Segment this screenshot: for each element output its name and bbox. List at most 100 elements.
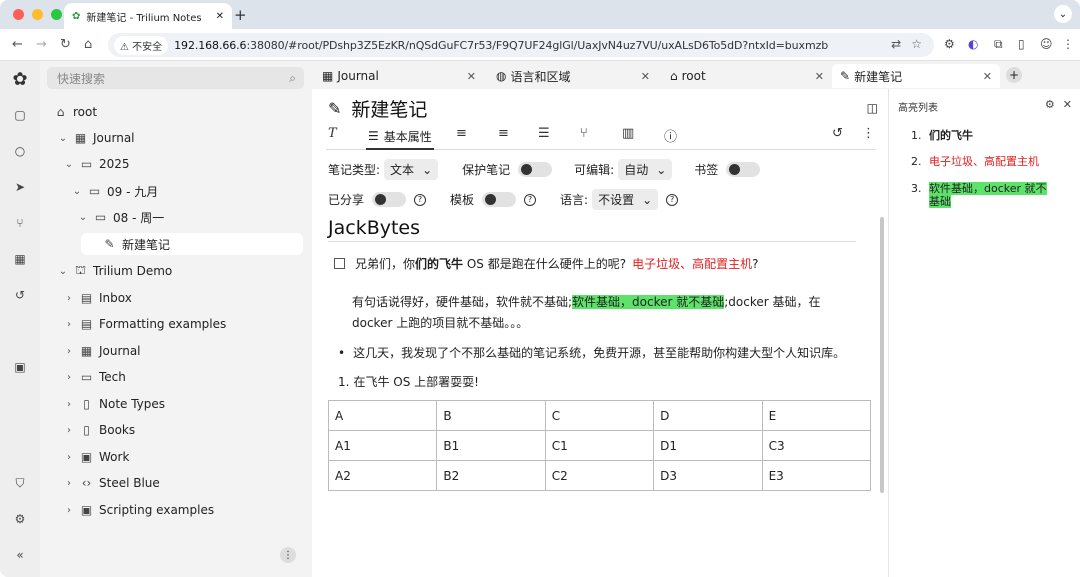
table-cell[interactable]: D3	[653, 460, 763, 491]
extensions-puzzle-icon[interactable]: ⧉	[994, 37, 1003, 52]
table-cell[interactable]: A1	[327, 430, 438, 461]
tab-search-chevron-icon[interactable]: ⌄	[1054, 5, 1072, 23]
note-icon[interactable]: ✎	[328, 99, 341, 118]
note-map-icon[interactable]: ⑂	[10, 213, 30, 233]
help-icon[interactable]: ?	[666, 193, 679, 206]
minimize-window-button[interactable]	[32, 9, 43, 20]
editable-select[interactable]: 自动 ⌄	[618, 159, 673, 180]
table-cell[interactable]: A	[327, 400, 438, 431]
profile-avatar[interactable]: ☺	[1040, 37, 1053, 51]
home-icon[interactable]: ⌂	[84, 37, 92, 52]
chevron-right-icon[interactable]: ›	[64, 399, 74, 410]
tree-menu-button[interactable]: ⋮	[280, 547, 296, 563]
table-cell[interactable]: A2	[327, 460, 438, 491]
tree-node-journal[interactable]: ⌄ ▦ Journal	[58, 127, 135, 149]
chevron-down-icon[interactable]: ⌄	[64, 159, 74, 170]
note-tab-journal[interactable]: ▦ Journal ✕	[314, 64, 484, 88]
shared-toggle[interactable]	[372, 192, 407, 207]
tree-node-tech[interactable]: › ▭ Tech	[64, 366, 126, 388]
close-tab-icon[interactable]: ✕	[641, 70, 650, 83]
table-cell[interactable]: C3	[761, 430, 872, 461]
toggle-right-pane-icon[interactable]: ◫	[867, 101, 878, 115]
tree-node-steel-blue[interactable]: › ‹› Steel Blue	[64, 472, 160, 494]
tree-node-work[interactable]: › ▣ Work	[64, 446, 129, 468]
protect-note-toggle[interactable]	[518, 162, 553, 177]
jump-to-icon[interactable]: ➤	[10, 177, 30, 197]
settings-gear-icon[interactable]: ⚙	[10, 509, 30, 529]
ribbon-tab-basic-properties[interactable]: ☰ 基本属性	[366, 124, 434, 150]
help-icon[interactable]: ?	[524, 193, 537, 206]
inherited-attributes-icon[interactable]: ≡	[498, 126, 509, 141]
tree-node-formatting-examples[interactable]: › ▤ Formatting examples	[64, 313, 226, 335]
highlight-item[interactable]: 1. 们的飞牛	[911, 129, 1071, 142]
chevron-down-icon[interactable]: ⌄	[58, 133, 68, 144]
table-cell[interactable]: E	[761, 400, 872, 431]
gear-icon[interactable]: ⚙	[1045, 98, 1055, 111]
security-chip[interactable]: ⚠ 不安全	[114, 35, 169, 55]
chevron-right-icon[interactable]: ›	[64, 505, 74, 516]
tree-node-scripting-examples[interactable]: › ▣ Scripting examples	[64, 499, 214, 521]
table-cell[interactable]: D1	[653, 430, 763, 461]
tree-node-root[interactable]: ⌂ root	[54, 101, 97, 123]
address-bar[interactable]: ⚠ 不安全 192.168.66.6:38080/#root/PDshp3Z5E…	[108, 33, 934, 57]
table-cell[interactable]: C1	[544, 430, 655, 461]
editor-scrollbar[interactable]	[880, 217, 884, 493]
note-info-icon[interactable]: ⓘ	[664, 126, 677, 145]
todo-checkbox[interactable]	[334, 258, 345, 269]
content-table[interactable]: ABCDE A1 B1 C1 D1 C3 A2 B2 C2 D3 E3	[327, 400, 872, 491]
new-note-icon[interactable]: ▢	[10, 105, 30, 125]
chevron-right-icon[interactable]: ›	[64, 452, 74, 463]
template-toggle[interactable]	[482, 192, 517, 207]
close-tab-icon[interactable]: ✕	[815, 70, 824, 83]
note-title-input[interactable]: 新建笔记	[351, 95, 427, 122]
note-tab-language[interactable]: ◍ 语言和区域 ✕	[488, 64, 658, 88]
new-tab-button[interactable]: +	[234, 6, 247, 24]
note-type-select[interactable]: 文本 ⌄	[384, 159, 439, 180]
chevron-down-icon[interactable]: ⌄	[72, 186, 82, 197]
sidepanel-icon[interactable]: ▯	[1018, 37, 1025, 51]
extension-icon[interactable]: ◐	[968, 37, 978, 51]
tree-node-note-types[interactable]: › ▯ Note Types	[64, 393, 165, 415]
highlight-item[interactable]: 2. 电子垃圾、高配置主机	[911, 155, 1071, 168]
new-note-tab-button[interactable]: +	[1006, 67, 1022, 83]
note-tab-new-note[interactable]: ✎ 新建笔记 ✕	[832, 64, 1000, 88]
reload-icon[interactable]: ↻	[60, 37, 71, 52]
table-cell[interactable]: E3	[761, 460, 872, 491]
formatting-toolbar-icon[interactable]: T	[328, 126, 337, 141]
chevron-right-icon[interactable]: ›	[64, 425, 74, 436]
bookmark-star-icon[interactable]: ☆	[911, 37, 922, 51]
close-tab-icon[interactable]: ✕	[467, 70, 476, 83]
chevron-down-icon[interactable]: ⌄	[78, 212, 88, 223]
note-map-icon[interactable]: ⑂	[580, 126, 588, 141]
table-cell[interactable]: C2	[544, 460, 655, 491]
note-paths-icon[interactable]: ☰	[538, 126, 550, 141]
owned-attributes-icon[interactable]: ≡	[456, 126, 467, 141]
search-icon[interactable]: ○	[10, 141, 30, 161]
browser-menu-icon[interactable]: ⋮	[1062, 37, 1074, 51]
maximize-window-button[interactable]	[51, 9, 62, 20]
browser-tab[interactable]: ✿ 新建笔记 - Trilium Notes ✕	[64, 3, 232, 29]
back-icon[interactable]: ←	[12, 37, 23, 52]
close-tab-icon[interactable]: ✕	[983, 70, 992, 83]
chevron-right-icon[interactable]: ›	[64, 372, 74, 383]
close-tab-icon[interactable]: ✕	[216, 11, 224, 22]
table-cell[interactable]: B	[436, 400, 546, 431]
quick-search-input[interactable]: 快速搜索 ⌕	[47, 67, 304, 89]
protected-session-icon[interactable]: ⛉	[10, 473, 30, 493]
collapse-sidebar-icon[interactable]: «	[10, 545, 30, 565]
tree-node-inbox[interactable]: › ▤ Inbox	[64, 287, 132, 309]
note-revisions-icon[interactable]: ↺	[832, 126, 843, 141]
chevron-right-icon[interactable]: ›	[64, 478, 74, 489]
tree-node-journal-demo[interactable]: › ▦ Journal	[64, 340, 141, 362]
translate-icon[interactable]: ⇄	[891, 37, 901, 51]
chevron-down-icon[interactable]: ⌄	[58, 266, 68, 277]
recent-changes-icon[interactable]: ↺	[10, 285, 30, 305]
forward-icon[interactable]: →	[36, 37, 47, 52]
extension-icon[interactable]: ⚙	[944, 37, 955, 51]
note-menu-icon[interactable]: ⋮	[862, 126, 875, 141]
tree-node-2025[interactable]: ⌄ ▭ 2025	[64, 153, 130, 175]
help-icon[interactable]: ?	[414, 193, 427, 206]
chevron-right-icon[interactable]: ›	[64, 346, 74, 357]
language-select[interactable]: 不设置 ⌄	[592, 189, 659, 210]
chevron-right-icon[interactable]: ›	[64, 319, 74, 330]
